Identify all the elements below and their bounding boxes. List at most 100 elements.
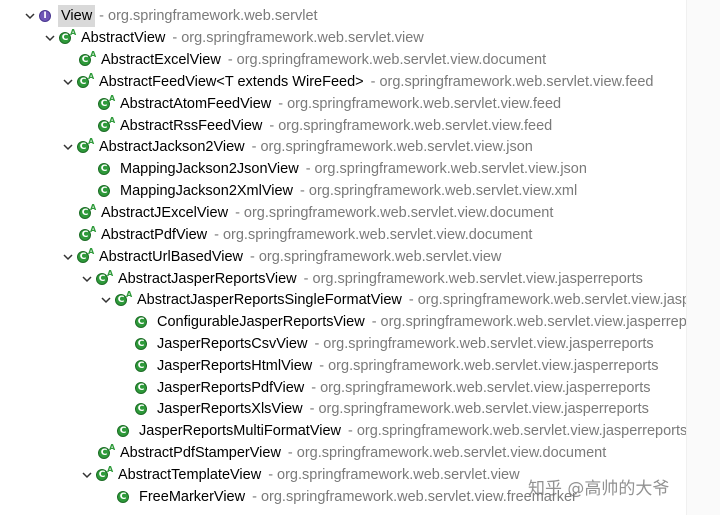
type-name: JasperReportsMultiFormatView <box>139 423 341 439</box>
type-name: JasperReportsHtmlView <box>157 358 313 374</box>
abstract-class-icon: CA <box>78 226 98 243</box>
type-name: AbstractJasperReportsSingleFormatView <box>137 292 402 308</box>
abstract-class-icon: CA <box>76 73 96 90</box>
tree-row-mappingjackson2jsonview[interactable]: C MappingJackson2JsonView - org.springfram… <box>97 158 587 180</box>
chevron-down-icon[interactable] <box>22 12 38 20</box>
type-name: AbstractFeedView<T extends WireFeed> <box>99 74 364 90</box>
tree-row-abstractjackson2view[interactable]: CA AbstractJackson2View - org.springframew… <box>60 136 533 158</box>
tree-row-abstracttemplateview[interactable]: CA AbstractTemplateView - org.springframew… <box>79 464 520 486</box>
tree-row-configurablejasperreportsview[interactable]: C ConfigurableJasperReportsView - org.spri… <box>134 311 686 333</box>
class-icon: C <box>134 336 154 352</box>
abstract-class-icon: CA <box>76 248 96 265</box>
interface-icon: I <box>38 8 58 24</box>
class-icon: C <box>97 161 117 177</box>
abstract-class-icon: CA <box>114 291 134 308</box>
package-name: org.springframework.web.servlet.view.jas… <box>356 423 686 439</box>
chevron-down-icon[interactable] <box>60 253 76 261</box>
type-name: AbstractTemplateView <box>118 467 262 483</box>
package-name: org.springframework.web.servlet.view.fee… <box>278 118 553 134</box>
type-name: AbstractJasperReportsView <box>118 271 297 287</box>
package-name: org.springframework.web.servlet.view.doc… <box>243 205 554 221</box>
chevron-down-icon[interactable] <box>98 296 114 304</box>
tree-row-jasperreportshtmlview[interactable]: C JasperReportsHtmlView - org.springframew… <box>134 355 659 377</box>
package-name: org.springframework.web.servlet.view.fee… <box>287 96 562 112</box>
tree-row-jasperreportsmultiformatview[interactable]: C JasperReportsMultiFormatView - org.sprin… <box>116 420 686 442</box>
package-name: org.springframework.web.servlet.view <box>277 467 520 483</box>
tree-row-abstractjexcelview[interactable]: CA AbstractJExcelView - org.springframewor… <box>78 202 553 224</box>
type-name: AbstractPdfView <box>101 227 208 243</box>
tree-row-view[interactable]: I View - org.springframework.web.servlet <box>22 5 318 27</box>
class-icon: C <box>134 358 154 374</box>
tree-row-mappingjackson2xmlview[interactable]: C MappingJackson2XmlView - org.springframe… <box>97 180 577 202</box>
type-name: AbstractRssFeedView <box>120 118 263 134</box>
abstract-class-icon: CA <box>58 29 78 46</box>
chevron-down-icon[interactable] <box>60 78 76 86</box>
watermark: 知乎 @高帅的大爷 <box>528 479 670 499</box>
type-name: AbstractJackson2View <box>99 139 245 155</box>
chevron-down-icon[interactable] <box>79 471 95 479</box>
package-name: org.springframework.web.servlet.view.jas… <box>318 401 649 417</box>
package-name: org.springframework.web.servlet.view.xml <box>308 183 578 199</box>
abstract-class-icon: CA <box>95 466 115 483</box>
tree-row-abstractrssfeedview[interactable]: CA AbstractRssFeedView - org.springframewo… <box>97 115 552 137</box>
abstract-class-icon: CA <box>95 270 115 287</box>
tree-row-abstractatomfeedview[interactable]: CA AbstractAtomFeedView - org.springframew… <box>97 93 561 115</box>
package-name: org.springframework.web.servlet.view.jas… <box>312 271 643 287</box>
class-icon: C <box>116 489 136 505</box>
tree-row-abstractpdfview[interactable]: CA AbstractPdfView - org.springframework.w… <box>78 224 532 246</box>
package-name: org.springframework.web.servlet <box>108 8 318 24</box>
abstract-class-icon: CA <box>97 95 117 112</box>
class-icon: C <box>134 401 154 417</box>
class-icon: C <box>116 423 136 439</box>
abstract-class-icon: CA <box>97 117 117 134</box>
type-hierarchy-tree: I View - org.springframework.web.servlet C… <box>0 0 686 515</box>
package-name: org.springframework.web.servlet.view.doc… <box>222 227 533 243</box>
type-name: AbstractView <box>81 30 166 46</box>
type-name: MappingJackson2JsonView <box>120 161 299 177</box>
type-name: AbstractJExcelView <box>101 205 229 221</box>
tree-row-abstractfeedview[interactable]: CA AbstractFeedView<T extends WireFeed> -… <box>60 71 653 93</box>
type-name: JasperReportsXlsView <box>157 401 303 417</box>
tree-row-abstractjasperreportssingleformatview[interactable]: CA AbstractJasperReportsSingleFormatView… <box>98 289 686 311</box>
package-name: org.springframework.web.servlet.view.jas… <box>380 314 686 330</box>
package-name: org.springframework.web.servlet.view.doc… <box>296 445 607 461</box>
type-name: AbstractExcelView <box>101 52 221 68</box>
type-name: FreeMarkerView <box>139 489 246 505</box>
chevron-down-icon[interactable] <box>60 143 76 151</box>
tree-row-abstractpdfstamperview[interactable]: CA AbstractPdfStamperView - org.springfram… <box>97 442 606 464</box>
package-name: org.springframework.web.servlet.view.jas… <box>328 358 659 374</box>
type-name: AbstractUrlBasedView <box>99 249 243 265</box>
type-name: View <box>58 5 96 27</box>
class-icon: C <box>97 183 117 199</box>
package-name: org.springframework.web.servlet.view.jas… <box>320 380 651 396</box>
tree-row-abstracturlbasedview[interactable]: CA AbstractUrlBasedView - org.springframew… <box>60 246 501 268</box>
tree-row-freemarkerview[interactable]: C FreeMarkerView - org.springframework.web… <box>116 486 577 508</box>
tree-row-jasperreportscsvview[interactable]: C JasperReportsCsvView - org.springframewo… <box>134 333 654 355</box>
adjacent-pane <box>686 0 720 515</box>
package-name: org.springframework.web.servlet.view.doc… <box>236 52 547 68</box>
abstract-class-icon: CA <box>78 51 98 68</box>
tree-row-abstractjasperreportsview[interactable]: CA AbstractJasperReportsView - org.springf… <box>79 268 643 290</box>
package-name: org.springframework.web.servlet.view <box>258 249 502 265</box>
type-name: AbstractAtomFeedView <box>120 96 272 112</box>
package-name: org.springframework.web.servlet.view.jas… <box>417 292 686 308</box>
package-name: org.springframework.web.servlet.view.jso… <box>314 161 587 177</box>
package-name: org.springframework.web.servlet.view.jso… <box>260 139 533 155</box>
abstract-class-icon: CA <box>78 204 98 221</box>
package-name: org.springframework.web.servlet.view.fee… <box>379 74 654 90</box>
tree-row-abstractexcelview[interactable]: CA AbstractExcelView - org.springframework… <box>78 49 546 71</box>
type-name: MappingJackson2XmlView <box>120 183 294 199</box>
chevron-down-icon[interactable] <box>42 34 58 42</box>
type-name: JasperReportsCsvView <box>157 336 308 352</box>
chevron-down-icon[interactable] <box>79 275 95 283</box>
class-icon: C <box>134 314 154 330</box>
type-name: AbstractPdfStamperView <box>120 445 281 461</box>
abstract-class-icon: CA <box>76 138 96 155</box>
package-name: org.springframework.web.servlet.view.jas… <box>323 336 654 352</box>
class-icon: C <box>134 380 154 396</box>
type-name: ConfigurableJasperReportsView <box>157 314 365 330</box>
tree-row-jasperreportspdfview[interactable]: C JasperReportsPdfView - org.springframewo… <box>134 377 650 399</box>
tree-row-abstractview[interactable]: CA AbstractView - org.springframework.web.… <box>42 27 424 49</box>
tree-row-jasperreportsxlsview[interactable]: C JasperReportsXlsView - org.springframewo… <box>134 398 649 420</box>
type-name: JasperReportsPdfView <box>157 380 305 396</box>
